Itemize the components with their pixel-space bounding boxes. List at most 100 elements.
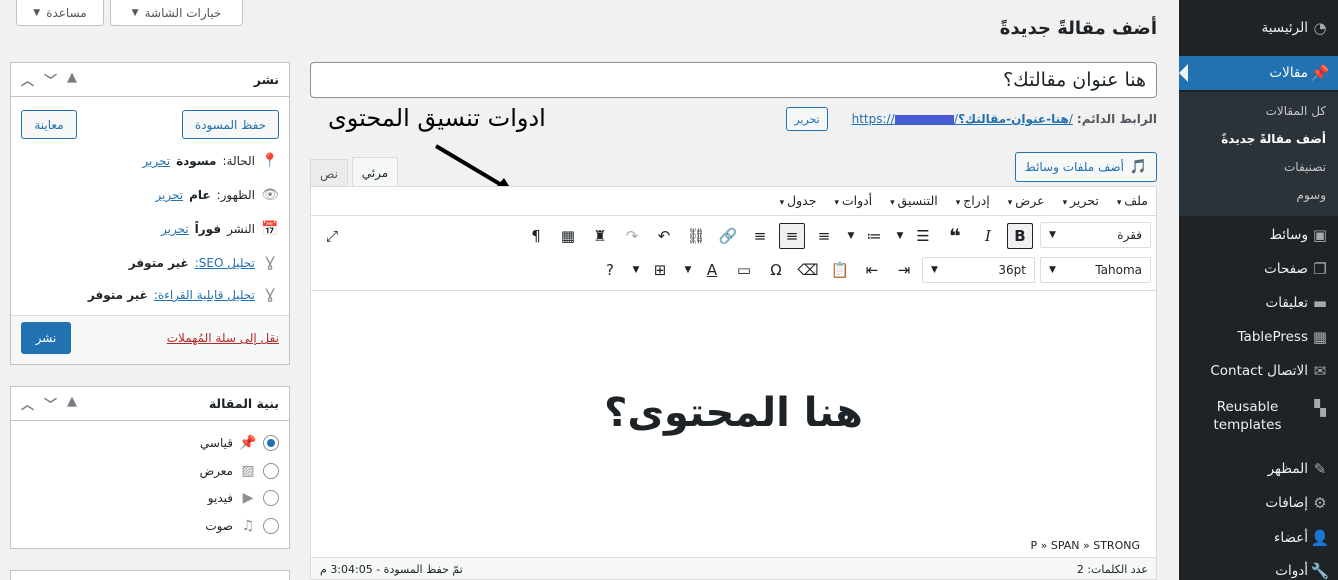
- indent-icon[interactable]: ⇥: [891, 257, 917, 283]
- chevron-down-icon[interactable]: ﹀: [44, 70, 57, 89]
- collapse-icon[interactable]: ▲: [67, 70, 77, 89]
- font-family-select[interactable]: ▼ Tahoma: [1040, 257, 1151, 283]
- chevron-down-icon[interactable]: ﹀: [44, 394, 57, 413]
- numbered-list-button[interactable]: ≔: [861, 223, 887, 249]
- publish-date-edit-link[interactable]: تحرير: [161, 222, 189, 236]
- help-icon[interactable]: ?: [597, 257, 623, 283]
- redo-icon[interactable]: ↷: [619, 223, 645, 249]
- menu-pages[interactable]: ❐ صفحات: [1179, 256, 1338, 282]
- bold-button[interactable]: B: [1007, 223, 1033, 249]
- menu-format[interactable]: التنسيق: [890, 193, 938, 208]
- preview-button[interactable]: معاينة: [21, 110, 77, 139]
- menu-insert[interactable]: إدراج: [956, 193, 990, 208]
- format-radio[interactable]: [263, 490, 279, 506]
- menu-tablepress[interactable]: ▦ TablePress: [1179, 324, 1338, 350]
- tab-visual[interactable]: مرئي: [352, 157, 398, 187]
- visibility-edit-link[interactable]: تحرير: [155, 188, 183, 202]
- bullet-list-button[interactable]: ☰: [910, 223, 936, 249]
- link-icon[interactable]: 🔗: [715, 223, 741, 249]
- publish-button[interactable]: نشر: [21, 322, 71, 354]
- outdent-icon[interactable]: ⇤: [859, 257, 885, 283]
- video-icon: ▶: [242, 490, 254, 506]
- menu-table[interactable]: جدول: [780, 193, 816, 208]
- screen-options-button[interactable]: خيارات الشاشة ▼: [110, 0, 243, 26]
- editor-content[interactable]: هنا المحتوى؟: [311, 291, 1156, 534]
- format-option-audio[interactable]: ♫ صوت: [205, 518, 279, 534]
- help-button[interactable]: مساعدة ▼: [16, 0, 104, 26]
- format-select[interactable]: فقرة ▼: [1040, 222, 1151, 248]
- format-option-standard[interactable]: 📌 قياسي: [200, 435, 279, 451]
- menu-edit[interactable]: تحرير: [1063, 193, 1099, 208]
- italic-button[interactable]: I: [975, 223, 1001, 249]
- format-radio[interactable]: [263, 463, 279, 479]
- seo-analysis-link[interactable]: تحليل SEO:: [195, 256, 255, 270]
- align-right-button[interactable]: ≡: [747, 223, 773, 249]
- table-grid-icon[interactable]: ▦: [555, 223, 581, 249]
- submenu-categories[interactable]: تصنيفات: [1284, 160, 1326, 174]
- format-radio[interactable]: [263, 435, 279, 451]
- align-left-button[interactable]: ≡: [811, 223, 837, 249]
- font-size-select[interactable]: ▼ 36pt: [922, 257, 1035, 283]
- yoast-icon: Ɣ: [265, 255, 275, 271]
- menu-dashboard[interactable]: ◔ الرئيسية: [1179, 14, 1338, 42]
- readability-analysis-link[interactable]: تحليل قابلية القراءة:: [154, 288, 255, 302]
- pin-location-icon: 📍: [261, 153, 279, 169]
- table-caret[interactable]: ▼: [629, 257, 643, 283]
- permalink-link[interactable]: https://xxxxxxx.com / هنا-عنوان-مقالتك؟ /: [852, 112, 1073, 126]
- undo-icon[interactable]: ↶: [651, 223, 677, 249]
- save-draft-button[interactable]: حفظ المسودة: [182, 110, 279, 139]
- box-controls: ︿ ﹀ ▲: [21, 70, 77, 89]
- add-media-button[interactable]: 🎵 أضف ملفات وسائط: [1015, 152, 1157, 182]
- post-title-input[interactable]: هنا عنوان مقالتك؟: [310, 62, 1157, 98]
- text-color-caret[interactable]: ▼: [681, 257, 695, 283]
- chevron-up-icon[interactable]: ︿: [21, 394, 34, 413]
- fullscreen-icon[interactable]: ⤢: [319, 223, 345, 249]
- paragraph-icon[interactable]: ¶: [523, 223, 549, 249]
- collapse-icon[interactable]: ▲: [67, 394, 77, 413]
- numbered-list-caret[interactable]: ▼: [844, 223, 858, 249]
- comments-icon: ▬: [1312, 294, 1328, 312]
- permalink-edit-button[interactable]: تحرير: [786, 107, 828, 131]
- menu-label: الاتصال Contact: [1210, 363, 1308, 379]
- pin-icon: 📌: [239, 435, 257, 451]
- unlink-icon[interactable]: ⛓: [683, 223, 709, 249]
- readability-row: Ɣ تحليل قابلية القراءة: غير متوفر: [88, 287, 279, 303]
- spy-icon[interactable]: ♜: [587, 223, 613, 249]
- menu-reusable-templates[interactable]: ▚ Reusable templates: [1179, 396, 1338, 436]
- menu-media[interactable]: ▣ وسائط: [1179, 222, 1338, 248]
- menu-tools[interactable]: أدوات: [834, 193, 872, 208]
- mail-icon: ✉: [1313, 362, 1327, 380]
- menu-appearance[interactable]: ✎ المظهر: [1179, 456, 1338, 482]
- menu-users[interactable]: 👤 أعضاء: [1179, 525, 1338, 551]
- submenu-tags[interactable]: وسوم: [1297, 188, 1326, 202]
- menu-contact[interactable]: ✉ الاتصال Contact: [1179, 358, 1338, 384]
- chevron-up-icon[interactable]: ︿: [21, 70, 34, 89]
- status-edit-link[interactable]: تحرير: [142, 154, 170, 168]
- move-to-trash-link[interactable]: نقل إلى سلة المُهملات: [167, 331, 279, 345]
- menu-view[interactable]: عرض: [1008, 193, 1044, 208]
- format-radio[interactable]: [263, 518, 279, 534]
- content-editor: ملف تحرير عرض إدراج التنسيق أدوات جدول ف…: [310, 186, 1157, 580]
- table-icon[interactable]: ⊞: [647, 257, 673, 283]
- submenu-add-new[interactable]: أضف مقالةً جديدةً: [1221, 132, 1326, 146]
- menu-comments[interactable]: ▬ تعليقات: [1179, 290, 1338, 316]
- menu-posts[interactable]: 📌 مقالات: [1179, 56, 1338, 90]
- menu-plugins[interactable]: ⚙ إضافات: [1179, 490, 1338, 516]
- special-char-icon[interactable]: Ω: [763, 257, 789, 283]
- align-center-button[interactable]: ≡: [779, 223, 805, 249]
- submenu-all-posts[interactable]: كل المقالات: [1266, 104, 1326, 118]
- paste-text-icon[interactable]: 📋: [827, 257, 853, 283]
- chevron-down-icon: ▼: [33, 7, 41, 18]
- format-option-video[interactable]: ▶ فيديو: [208, 490, 279, 506]
- horizontal-line-icon[interactable]: ▭: [731, 257, 757, 283]
- menu-label: صفحات: [1264, 261, 1308, 277]
- quote-button[interactable]: ❝: [942, 223, 968, 249]
- menu-file[interactable]: ملف: [1117, 193, 1148, 208]
- tab-text[interactable]: نص: [310, 159, 348, 187]
- clear-formatting-icon[interactable]: ⌫: [795, 257, 821, 283]
- bullet-list-caret[interactable]: ▼: [893, 223, 907, 249]
- menu-tools[interactable]: 🔧 أدوات: [1179, 558, 1338, 580]
- posts-submenu: كل المقالات أضف مقالةً جديدةً تصنيفات وس…: [1179, 92, 1338, 216]
- text-color-icon[interactable]: A: [699, 257, 725, 283]
- format-option-gallery[interactable]: ▨ معرض: [200, 463, 279, 479]
